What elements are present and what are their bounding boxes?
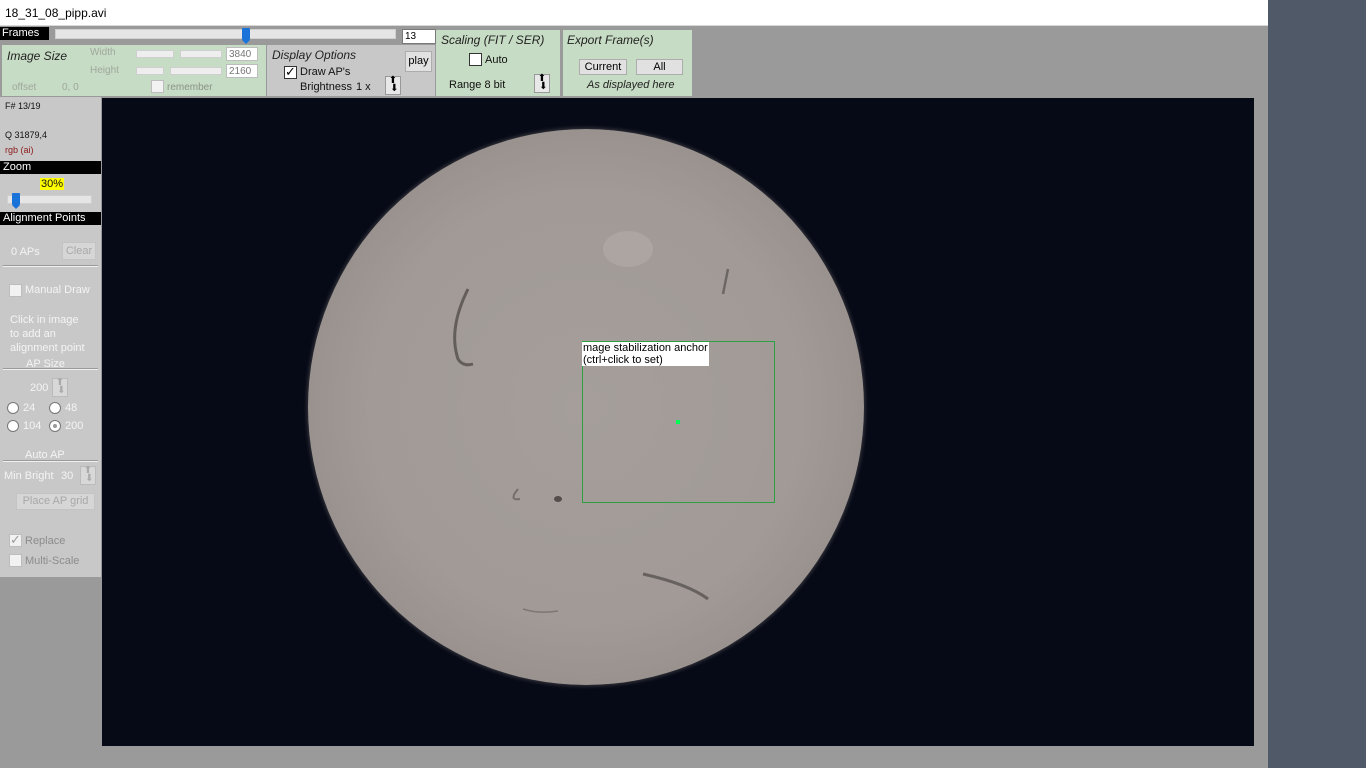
ap-count: 0 APs	[11, 246, 40, 258]
place-ap-grid-button[interactable]: Place AP grid	[16, 493, 95, 510]
replace-checkbox[interactable]	[9, 532, 22, 548]
remember-label: remember	[167, 82, 213, 93]
offset-label: offset	[12, 82, 37, 93]
display-options-panel: Display Options Draw AP's Brightness 1 x…	[267, 45, 435, 96]
replace-label: Replace	[25, 535, 66, 547]
ap-size-spin-icon[interactable]: ⬆ ⬇	[52, 378, 68, 397]
zoom-header: Zoom	[0, 161, 101, 174]
height-slider-a[interactable]	[136, 67, 164, 75]
ap-size-200-label: 200	[65, 420, 84, 432]
ap-size-24-label: 24	[23, 402, 36, 414]
remember-checkbox[interactable]	[151, 80, 164, 93]
height-input[interactable]: 2160	[226, 64, 258, 78]
scaling-panel: Scaling (FIT / SER) Auto Range 8 bit ⬆ ⬇	[436, 30, 560, 96]
ap-size-value: 200	[30, 382, 49, 394]
export-panel: Export Frame(s) Current All As displayed…	[563, 30, 692, 96]
height-slider-b[interactable]	[170, 67, 222, 75]
quality-info: Q 31879,4	[5, 130, 48, 140]
width-input[interactable]: 3840	[226, 47, 258, 61]
frame-info: F# 13/19	[5, 101, 41, 111]
export-current-button[interactable]: Current	[579, 59, 627, 75]
auto-scaling-checkbox[interactable]	[469, 53, 482, 66]
alignment-points-header: Alignment Points	[0, 212, 101, 225]
ap-size-label: AP Size	[26, 358, 65, 370]
min-bright-spin-icon[interactable]: ⬆ ⬇	[80, 466, 96, 485]
multiscale-checkbox[interactable]	[9, 554, 22, 567]
export-all-button[interactable]: All	[636, 59, 683, 75]
ap-size-48-radio[interactable]	[49, 402, 61, 414]
multiscale-label: Multi-Scale	[25, 555, 80, 567]
min-bright-value: 30	[61, 470, 74, 482]
frame-number-input[interactable]: 13	[402, 29, 436, 44]
ap-size-104-label: 104	[23, 420, 42, 432]
brightness-spin-icon[interactable]: ⬆ ⬇	[385, 76, 401, 95]
offset-value: 0, 0	[62, 82, 79, 93]
ap-size-48-label: 48	[65, 402, 78, 414]
draw-aps-label: Draw AP's	[300, 66, 351, 78]
ap-size-24-radio[interactable]	[7, 402, 19, 414]
auto-scaling-label: Auto	[485, 54, 508, 66]
width-slider-a[interactable]	[136, 50, 174, 58]
hint-line-2: to add an	[10, 328, 56, 340]
anchor-label-line-1: mage stabilization anchor	[583, 342, 708, 354]
color-mode-info: rgb (ai)	[5, 145, 34, 155]
manual-draw-label: Manual Draw	[25, 284, 90, 296]
autostakkert-window: 18_31_08_pipp.avi Frames 13 Image Size W…	[0, 0, 1268, 768]
range-spin-icon[interactable]: ⬆ ⬇	[534, 74, 550, 93]
ap-size-104-radio[interactable]	[7, 420, 19, 432]
play-button[interactable]: play	[405, 51, 432, 72]
hint-line-3: alignment point	[10, 342, 85, 354]
min-bright-label: Min Bright	[4, 470, 54, 482]
stabilization-anchor-label: mage stabilization anchor (ctrl+click to…	[582, 342, 709, 366]
brightness-label: Brightness	[300, 81, 352, 93]
export-title: Export Frame(s)	[567, 33, 654, 47]
anchor-label-line-2: (ctrl+click to set)	[583, 354, 663, 366]
frames-slider-thumb[interactable]	[241, 28, 250, 44]
divider	[3, 265, 98, 267]
range-label: Range 8 bit	[449, 79, 506, 91]
width-slider-b[interactable]	[180, 50, 222, 58]
image-viewer[interactable]: mage stabilization anchor (ctrl+click to…	[102, 98, 1254, 746]
frames-slider[interactable]	[55, 29, 396, 39]
brightness-value: 1 x	[356, 81, 371, 93]
ap-size-200-radio[interactable]	[49, 420, 61, 432]
width-label: Width	[90, 47, 116, 58]
hint-line-1: Click in image	[10, 314, 79, 326]
manual-draw-checkbox[interactable]	[9, 284, 22, 297]
anchor-center-marker	[676, 420, 680, 424]
sidebar: F# 13/19 Q 31879,4 rgb (ai) Zoom 30% Ali…	[0, 97, 101, 577]
title-bar: 18_31_08_pipp.avi	[0, 0, 1268, 26]
frames-label: Frames	[0, 27, 49, 40]
zoom-slider-thumb[interactable]	[11, 193, 20, 209]
clear-aps-button[interactable]: Clear	[62, 242, 96, 260]
draw-aps-checkbox[interactable]	[284, 64, 297, 80]
height-label: Height	[90, 65, 119, 76]
export-note: As displayed here	[587, 79, 675, 91]
window-title: 18_31_08_pipp.avi	[5, 6, 107, 20]
scaling-title: Scaling (FIT / SER)	[441, 33, 545, 47]
desktop-background	[1268, 0, 1366, 768]
auto-ap-label: Auto AP	[25, 449, 65, 461]
zoom-value: 30%	[40, 178, 65, 190]
image-size-title: Image Size	[7, 49, 68, 63]
display-options-title: Display Options	[272, 48, 357, 62]
zoom-slider[interactable]	[7, 195, 92, 204]
image-size-panel: Image Size Width 3840 Height 2160 offset…	[2, 45, 266, 96]
